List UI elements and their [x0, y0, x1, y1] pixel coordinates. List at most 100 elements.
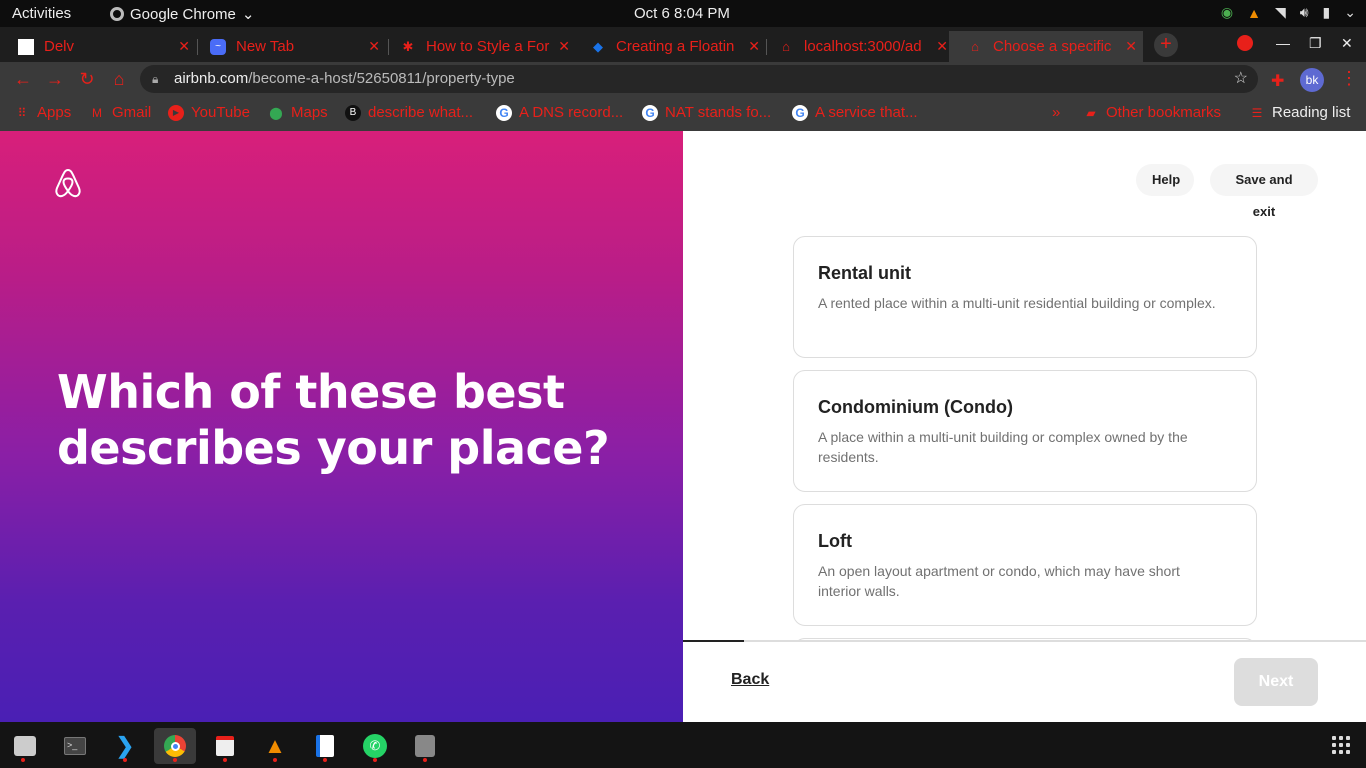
airbnb-icon: ⌂: [971, 39, 979, 54]
whatsapp-icon: ✆: [363, 734, 387, 758]
address-bar[interactable]: 🔒︎ airbnb.com/become-a-host/52650811/pro…: [140, 65, 1258, 93]
bookmark-label: NAT stands fo...: [665, 104, 772, 121]
close-icon[interactable]: ✕: [748, 38, 760, 55]
bookmark-service-that[interactable]: G A service that...: [792, 104, 918, 121]
bookmark-label: A DNS record...: [519, 104, 624, 121]
bookmark-maps[interactable]: ⬤ Maps: [268, 104, 327, 121]
options-panel: Help Save and exit Rental unit A rented …: [683, 131, 1366, 722]
forward-arrow-icon[interactable]: →: [44, 68, 66, 90]
reading-list-button[interactable]: ☰ Reading list: [1249, 104, 1351, 121]
save-and-exit-button[interactable]: Save and exit: [1210, 164, 1318, 219]
files-app-icon[interactable]: [4, 728, 46, 764]
bookmarks-bar: ⠿ Apps M Gmail ▶ YouTube ⬤ Maps B descri…: [0, 96, 1366, 131]
gmail-icon: M: [92, 105, 102, 120]
whatsapp-app-icon[interactable]: ✆: [354, 728, 396, 764]
activities-button[interactable]: Activities: [12, 5, 71, 22]
back-link[interactable]: Back: [731, 671, 769, 689]
option-card-loft[interactable]: Loft An open layout apartment or condo, …: [793, 504, 1257, 626]
minimize-icon[interactable]: —: [1276, 35, 1290, 51]
text-editor-app-icon[interactable]: [204, 728, 246, 764]
vscode-app-icon[interactable]: ❯: [104, 728, 146, 764]
app-name-label: Google Chrome: [130, 5, 236, 23]
help-button[interactable]: Help: [1136, 164, 1194, 196]
disk-app-icon[interactable]: [404, 728, 446, 764]
option-title: Loft: [818, 531, 852, 551]
battery-icon: ▮: [1322, 4, 1331, 20]
document-icon: [216, 736, 234, 756]
address-host: airbnb.com: [174, 70, 249, 87]
airbnb-icon: ⌂: [782, 39, 790, 54]
tab-how-to-style[interactable]: ✱ How to Style a For ✕: [382, 31, 576, 62]
running-dot: [21, 758, 25, 762]
bookmark-gmail[interactable]: M Gmail: [89, 104, 151, 121]
tab-choose-specific[interactable]: ⌂ Choose a specific ✕: [949, 31, 1143, 62]
messenger-icon: ~: [210, 38, 226, 55]
tab-search-icon[interactable]: [1237, 35, 1253, 51]
running-dot: [373, 758, 377, 762]
google-icon: G: [496, 104, 512, 121]
tab-new-tab[interactable]: ~ New Tab ✕: [192, 31, 386, 62]
tab-delv[interactable]: Delv ✕: [0, 31, 196, 62]
vlc-app-icon[interactable]: ▲: [254, 728, 296, 764]
tab-creating-floating[interactable]: ◆ Creating a Floatin ✕: [572, 31, 766, 62]
home-icon[interactable]: ⌂: [108, 68, 130, 90]
tab-localhost[interactable]: ⌂ localhost:3000/ad ✕: [760, 31, 954, 62]
chrome-icon: [110, 7, 124, 21]
close-window-icon[interactable]: ✕: [1341, 35, 1353, 52]
writer-app-icon[interactable]: [304, 728, 346, 764]
restore-icon[interactable]: ❐: [1309, 35, 1322, 52]
bookmark-youtube[interactable]: ▶ YouTube: [168, 104, 250, 121]
app-menu[interactable]: Google Chrome ⌄: [110, 5, 254, 23]
airbnb-logo-icon[interactable]: [54, 167, 82, 199]
close-icon[interactable]: ✕: [936, 38, 948, 55]
option-title: Condominium (Condo): [818, 397, 1013, 417]
back-arrow-icon[interactable]: ←: [12, 68, 34, 90]
new-tab-button[interactable]: +: [1154, 33, 1178, 57]
bookmarks-overflow-button[interactable]: »: [1052, 104, 1060, 121]
close-icon[interactable]: ✕: [558, 38, 570, 55]
folder-icon: [14, 736, 36, 756]
extensions-icon[interactable]: ✚: [1271, 71, 1289, 90]
close-icon[interactable]: ✕: [178, 38, 190, 55]
power-menu-icon: ⌄: [1344, 4, 1356, 20]
bookmark-label: Other bookmarks: [1106, 104, 1222, 121]
bookmark-label: Reading list: [1272, 104, 1351, 121]
volume-icon: 🔊︎: [1299, 4, 1309, 20]
taskbar-dock: >_ ❯ ▲ ✆: [0, 722, 1366, 768]
chrome-app-icon[interactable]: [154, 728, 196, 764]
close-icon[interactable]: ✕: [1125, 38, 1137, 55]
terminal-icon: >_: [64, 737, 86, 755]
update-icon: ◉: [1220, 4, 1234, 20]
wifi-icon: ◥: [1274, 4, 1286, 20]
page-icon: [18, 38, 34, 55]
profile-avatar[interactable]: bk: [1300, 68, 1324, 92]
bookmark-apps[interactable]: ⠿ Apps: [14, 104, 72, 121]
option-card-rental-unit[interactable]: Rental unit A rented place within a mult…: [793, 236, 1257, 358]
bookmark-label: A service that...: [815, 104, 918, 121]
google-icon: G: [642, 104, 658, 121]
terminal-app-icon[interactable]: >_: [54, 728, 96, 764]
running-dot: [223, 758, 227, 762]
clock[interactable]: Oct 6 8:04 PM: [634, 5, 730, 22]
writer-document-icon: [316, 735, 334, 757]
bookmark-nat-stands[interactable]: G NAT stands fo...: [642, 104, 771, 121]
progress-bar: [683, 640, 1366, 642]
overflow-chevron-icon: »: [1052, 104, 1061, 121]
close-icon[interactable]: ✕: [368, 38, 380, 55]
apps-grid-icon: ⠿: [17, 105, 27, 120]
bookmark-describe-what[interactable]: B describe what...: [345, 104, 473, 121]
reload-icon[interactable]: ↻: [76, 68, 98, 90]
system-tray[interactable]: ◉ ▲ ◥ 🔊︎ ▮ ⌄: [1221, 4, 1356, 21]
bookmark-dns-record[interactable]: G A DNS record...: [496, 104, 623, 121]
google-icon: G: [792, 104, 808, 121]
bookmark-star-icon[interactable]: ☆: [1234, 65, 1248, 93]
option-description: A place within a multi-unit building or …: [818, 429, 1188, 465]
bookmark-other-folder[interactable]: ▰ Other bookmarks: [1083, 104, 1221, 121]
option-card-condominium[interactable]: Condominium (Condo) A place within a mul…: [793, 370, 1257, 492]
running-dot: [423, 758, 427, 762]
kebab-menu-icon[interactable]: ⋮: [1340, 68, 1358, 89]
property-type-list: Rental unit A rented place within a mult…: [793, 236, 1257, 640]
show-applications-icon[interactable]: [1332, 736, 1350, 754]
youtube-icon: ▶: [168, 104, 184, 121]
next-button[interactable]: Next: [1234, 658, 1318, 706]
